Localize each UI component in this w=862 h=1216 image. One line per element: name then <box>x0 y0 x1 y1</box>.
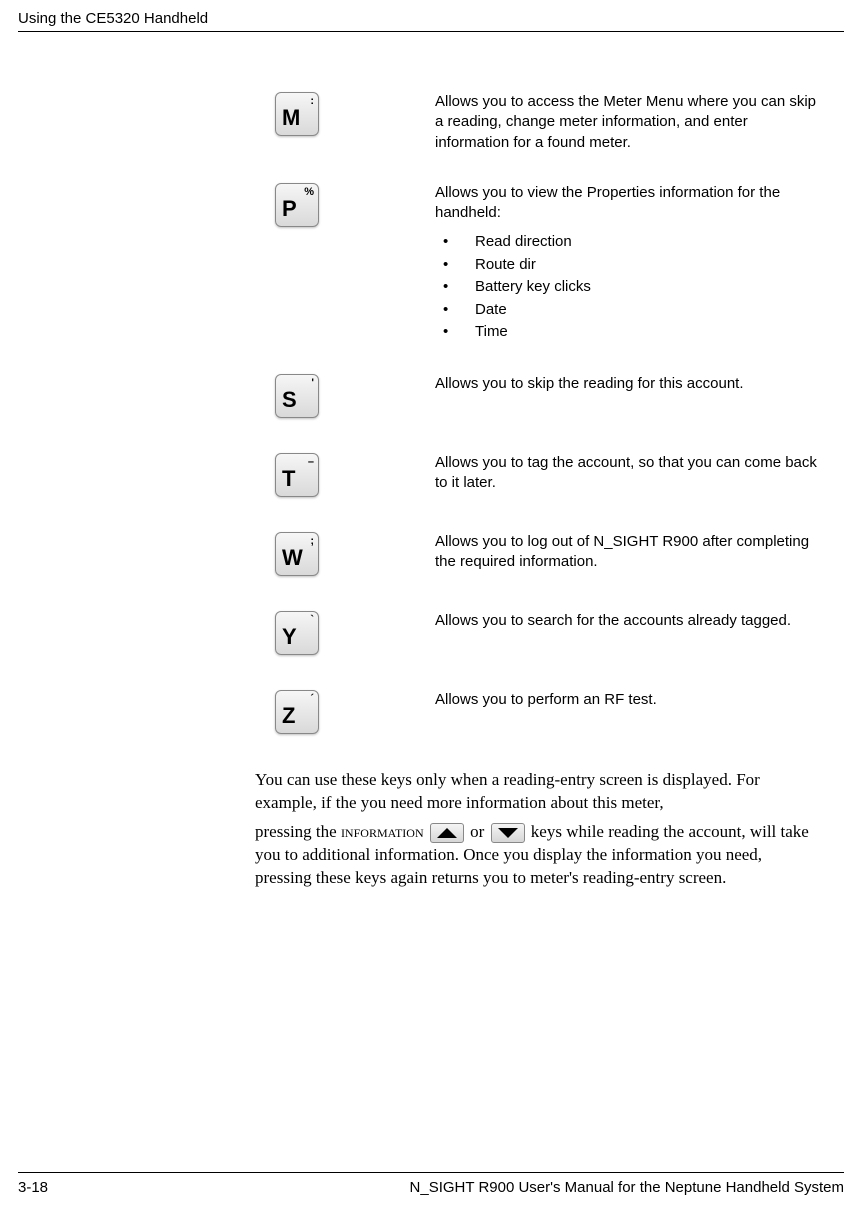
body-p1: You can use these keys only when a readi… <box>255 769 822 815</box>
footer-rule <box>18 1172 844 1173</box>
key-main-glyph: M <box>282 105 300 131</box>
key-row-y: Y ` Allows you to search for the account… <box>255 611 822 660</box>
running-header: Using the CE5320 Handheld <box>0 0 862 31</box>
key-s: S ' <box>275 374 319 418</box>
key-m: M : <box>275 92 319 136</box>
manual-title: N_SIGHT R900 User's Manual for the Neptu… <box>410 1179 844 1196</box>
arrow-down-icon <box>491 823 525 843</box>
key-y: Y ` <box>275 611 319 655</box>
list-item: Read direction <box>435 231 822 254</box>
body-text-fragment: pressing the <box>255 822 341 841</box>
key-w: W ; <box>275 532 319 576</box>
key-sup-glyph: % <box>304 186 314 198</box>
key-row-p: P % Allows you to view the Properties in… <box>255 183 822 344</box>
list-item: Route dir <box>435 254 822 277</box>
list-item: Battery key clicks <box>435 276 822 299</box>
key-description: Allows you to skip the reading for this … <box>435 374 822 394</box>
key-t: T – <box>275 453 319 497</box>
key-row-m: M : Allows you to access the Meter Menu … <box>255 92 822 153</box>
key-row-z: Z ´ Allows you to perform an RF test. <box>255 690 822 739</box>
key-z: Z ´ <box>275 690 319 734</box>
key-sup-glyph: ; <box>310 535 314 547</box>
arrow-up-icon <box>430 823 464 843</box>
key-sup-glyph: ´ <box>310 693 314 705</box>
key-main-glyph: P <box>282 196 297 222</box>
key-main-glyph: Z <box>282 703 295 729</box>
key-main-glyph: Y <box>282 624 297 650</box>
key-description: Allows you to search for the accounts al… <box>435 611 822 631</box>
page-number: 3-18 <box>18 1179 48 1196</box>
list-item: Time <box>435 321 822 344</box>
list-item: Date <box>435 299 822 322</box>
key-row-t: T – Allows you to tag the account, so th… <box>255 453 822 502</box>
properties-bullets: Read direction Route dir Battery key cli… <box>435 231 822 344</box>
information-smallcaps: information <box>341 822 424 841</box>
key-description: Allows you to tag the account, so that y… <box>435 453 822 494</box>
key-description: Allows you to view the Properties inform… <box>435 184 780 221</box>
key-main-glyph: T <box>282 466 295 492</box>
key-row-w: W ; Allows you to log out of N_SIGHT R90… <box>255 532 822 581</box>
key-row-s: S ' Allows you to skip the reading for t… <box>255 374 822 423</box>
key-main-glyph: S <box>282 387 297 413</box>
key-sup-glyph: – <box>308 456 314 468</box>
body-paragraphs: You can use these keys only when a readi… <box>0 749 862 890</box>
key-sup-glyph: ' <box>311 377 314 389</box>
key-sup-glyph: : <box>310 95 314 107</box>
key-p: P % <box>275 183 319 227</box>
key-description: Allows you to perform an RF test. <box>435 690 822 710</box>
key-main-glyph: W <box>282 545 303 571</box>
page-footer: 3-18 N_SIGHT R900 User's Manual for the … <box>18 1172 844 1196</box>
key-table: M : Allows you to access the Meter Menu … <box>0 32 862 739</box>
key-sup-glyph: ` <box>310 614 314 626</box>
key-description: Allows you to log out of N_SIGHT R900 af… <box>435 532 822 573</box>
key-description: Allows you to access the Meter Menu wher… <box>435 92 822 153</box>
body-p2: pressing the information or keys while r… <box>255 821 822 890</box>
body-text-fragment: or <box>470 822 488 841</box>
